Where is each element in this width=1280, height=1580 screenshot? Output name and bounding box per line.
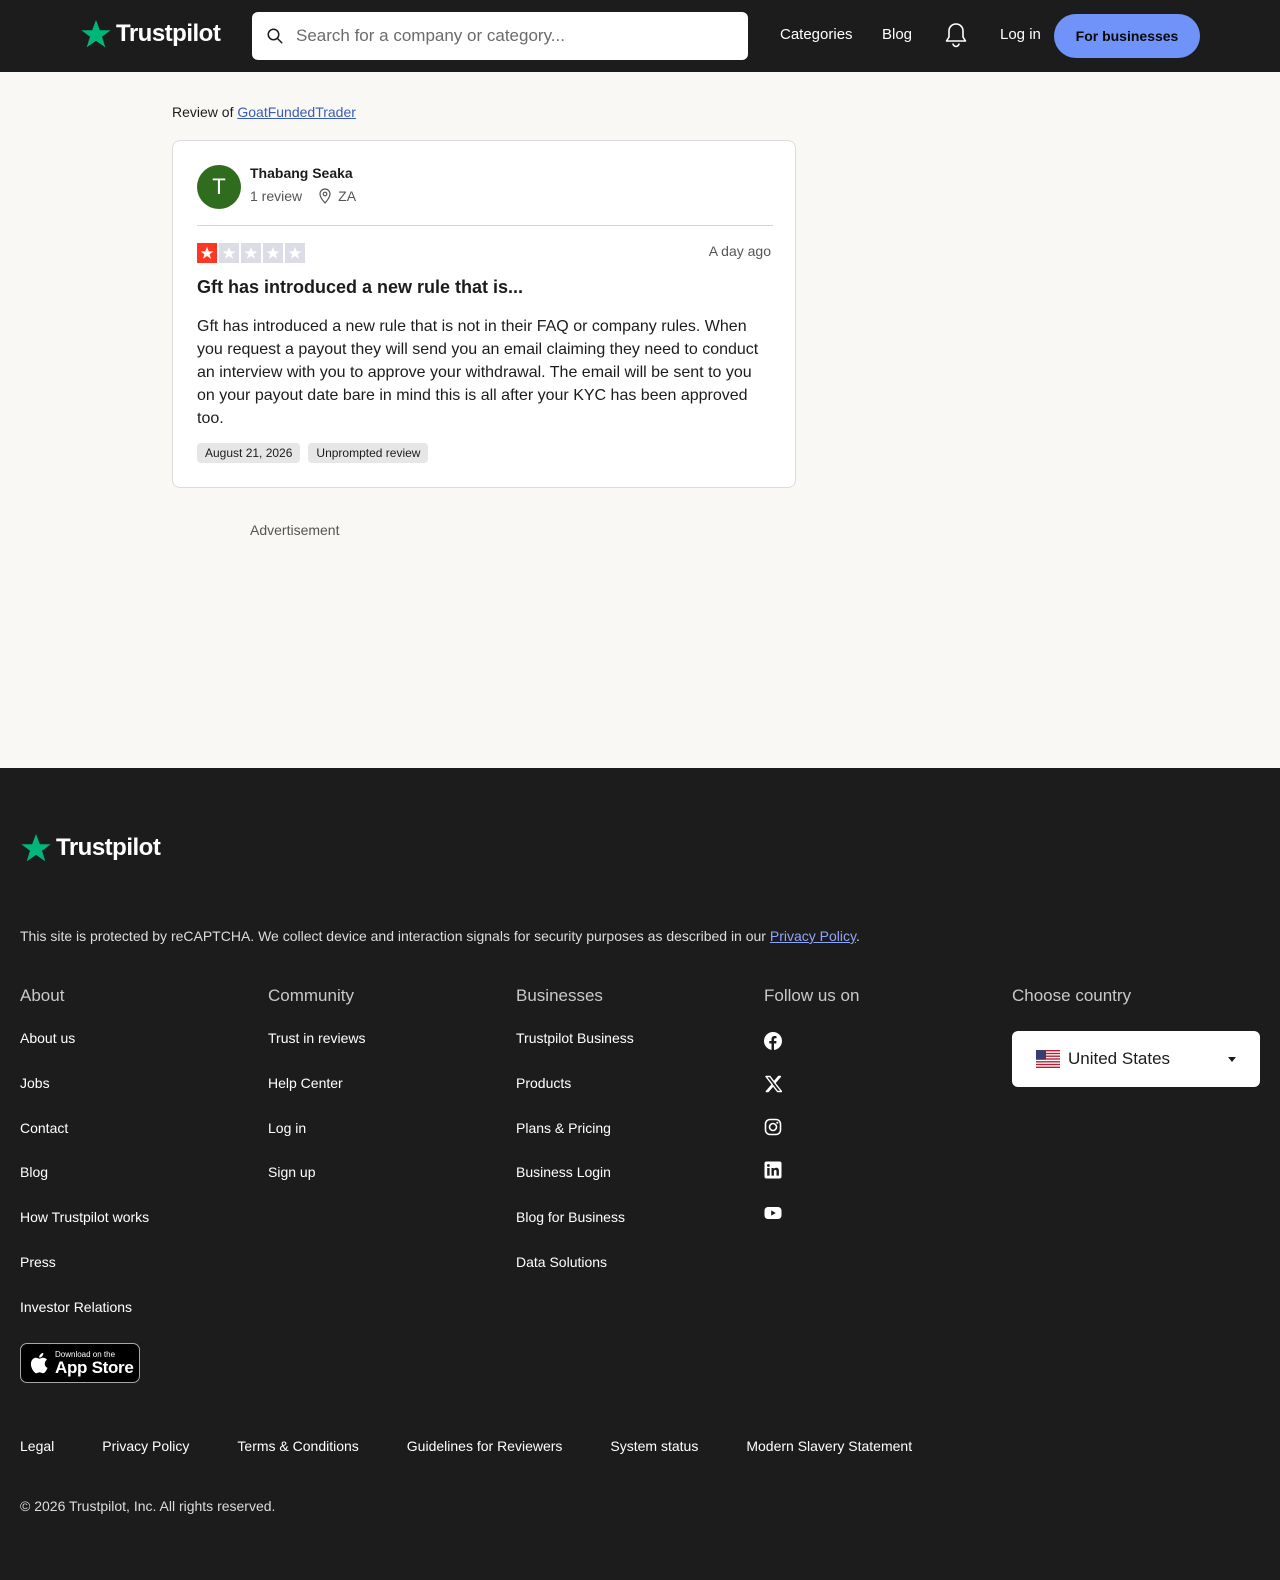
search-input[interactable] <box>296 26 716 46</box>
footer-link[interactable]: Investor Relations <box>20 1299 149 1344</box>
footer-link[interactable]: Blog <box>20 1164 149 1209</box>
legal-link[interactable]: Legal <box>20 1438 54 1454</box>
legal-link[interactable]: Guidelines for Reviewers <box>407 1438 563 1454</box>
nav-login[interactable]: Log in <box>1000 26 1041 43</box>
nav-blog[interactable]: Blog <box>882 26 912 43</box>
footer-link[interactable]: Press <box>20 1254 149 1299</box>
app-store-big: App Store <box>55 1357 134 1377</box>
footer-community-list: Trust in reviews Help Center Log in Sign up <box>268 1030 366 1209</box>
reviewer-meta: 1 review ZA <box>250 188 356 204</box>
footer-link[interactable]: Contact <box>20 1120 149 1165</box>
footer-country-title: Choose country <box>1012 986 1132 1005</box>
advertisement-label: Advertisement <box>250 522 340 538</box>
reviewer-location: ZA <box>318 188 356 204</box>
footer-follow-title: Follow us on <box>764 986 860 1005</box>
trustpilot-logo[interactable]: Trustpilot <box>80 18 221 50</box>
footer-link[interactable]: Products <box>516 1075 634 1120</box>
footer-link[interactable]: About us <box>20 1030 149 1075</box>
bell-icon[interactable] <box>944 22 968 53</box>
review-body: Gft has introduced a new rule that is no… <box>197 318 759 427</box>
review-count: 1 review <box>250 188 303 204</box>
footer-logo[interactable]: Trustpilot <box>20 832 161 864</box>
facebook-icon[interactable] <box>764 1032 782 1050</box>
footer-link[interactable]: Trust in reviews <box>268 1030 366 1075</box>
instagram-icon[interactable] <box>764 1118 782 1136</box>
for-businesses-button[interactable]: For businesses <box>1054 14 1200 58</box>
recaptcha-text: This site is protected by reCAPTCHA. We … <box>20 928 770 944</box>
reviewer-country: ZA <box>338 188 357 204</box>
search-box[interactable] <box>252 12 748 60</box>
footer-link[interactable]: Plans & Pricing <box>516 1120 634 1165</box>
apple-icon <box>30 1352 48 1374</box>
country-selected: United States <box>1068 1049 1171 1068</box>
star-logo-icon <box>81 20 111 48</box>
app-store-badge[interactable]: Download on the App Store <box>20 1343 140 1383</box>
youtube-icon[interactable] <box>764 1204 782 1222</box>
recaptcha-end: . <box>855 928 860 944</box>
country-select[interactable]: United States <box>1012 1031 1260 1087</box>
footer-businesses-title: Businesses <box>516 986 603 1005</box>
copyright: © 2026 Trustpilot, Inc. All rights reser… <box>20 1498 276 1514</box>
legal-link[interactable]: Terms & Conditions <box>237 1438 358 1454</box>
unprompted-chip[interactable]: Unprompted review <box>308 443 429 463</box>
star-icon <box>263 243 283 263</box>
star-icon <box>197 243 217 263</box>
footer-link[interactable]: Jobs <box>20 1075 149 1120</box>
recaptcha-notice: This site is protected by reCAPTCHA. We … <box>20 928 860 944</box>
footer-community-title: Community <box>268 986 354 1005</box>
star-icon <box>241 243 261 263</box>
footer-about-title: About <box>20 986 65 1005</box>
review-of-line: Review of GoatFundedTrader <box>172 104 356 120</box>
footer-link[interactable]: Business Login <box>516 1164 634 1209</box>
us-flag-icon <box>1036 1050 1060 1068</box>
app-store-text: Download on the App Store <box>55 1350 134 1377</box>
location-pin-icon <box>319 188 331 204</box>
review-of-prefix: Review of <box>172 104 238 120</box>
top-header: Trustpilot Categories Blog Log in For bu… <box>0 0 1280 72</box>
footer-link[interactable]: Data Solutions <box>516 1254 634 1299</box>
footer-about-list: About us Jobs Contact Blog How Trustpilot wo… <box>20 1030 149 1344</box>
review-date: A day ago <box>708 243 771 259</box>
star-icon <box>219 243 239 263</box>
footer-link[interactable]: Help Center <box>268 1075 366 1120</box>
star-rating <box>197 243 305 263</box>
legal-links: Legal Privacy Policy Terms & Conditions Gui… <box>20 1438 960 1454</box>
footer-link[interactable]: Blog for Business <box>516 1209 634 1254</box>
reviewer-name[interactable]: Thabang Seaka <box>250 165 353 181</box>
footer-link[interactable]: Sign up <box>268 1164 366 1209</box>
footer-businesses-list: Trustpilot Business Products Plans & Prici… <box>516 1030 634 1299</box>
footer-link[interactable]: Trustpilot Business <box>516 1030 634 1075</box>
search-icon <box>267 28 283 44</box>
legal-link[interactable]: Modern Slavery Statement <box>746 1438 912 1454</box>
footer-link[interactable]: Log in <box>268 1120 366 1165</box>
footer-link[interactable]: How Trustpilot works <box>20 1209 149 1254</box>
star-icon <box>285 243 305 263</box>
linkedin-icon[interactable] <box>764 1161 782 1179</box>
x-icon[interactable] <box>764 1075 783 1093</box>
avatar[interactable]: T <box>197 165 241 209</box>
footer: Trustpilot This site is protected by reC… <box>0 768 1280 1580</box>
review-chips: August 21, 2026 Unprompted review <box>197 443 429 463</box>
legal-link[interactable]: Privacy Policy <box>102 1438 189 1454</box>
company-link[interactable]: GoatFundedTrader <box>237 104 356 120</box>
star-logo-icon <box>21 834 51 862</box>
social-links <box>764 1032 783 1222</box>
logo-wordmark: Trustpilot <box>56 834 161 861</box>
recaptcha-privacy-link[interactable]: Privacy Policy <box>770 928 856 944</box>
nav-categories[interactable]: Categories <box>780 26 853 43</box>
chevron-down-icon <box>1228 1057 1236 1062</box>
review-title[interactable]: Gft has introduced a new rule that is... <box>197 277 523 298</box>
card-divider <box>197 225 773 226</box>
review-card: T Thabang Seaka 1 review ZA A day ago Gf… <box>172 140 796 488</box>
legal-link[interactable]: System status <box>610 1438 698 1454</box>
experience-date-chip: August 21, 2026 <box>197 443 301 463</box>
logo-wordmark: Trustpilot <box>116 20 221 47</box>
